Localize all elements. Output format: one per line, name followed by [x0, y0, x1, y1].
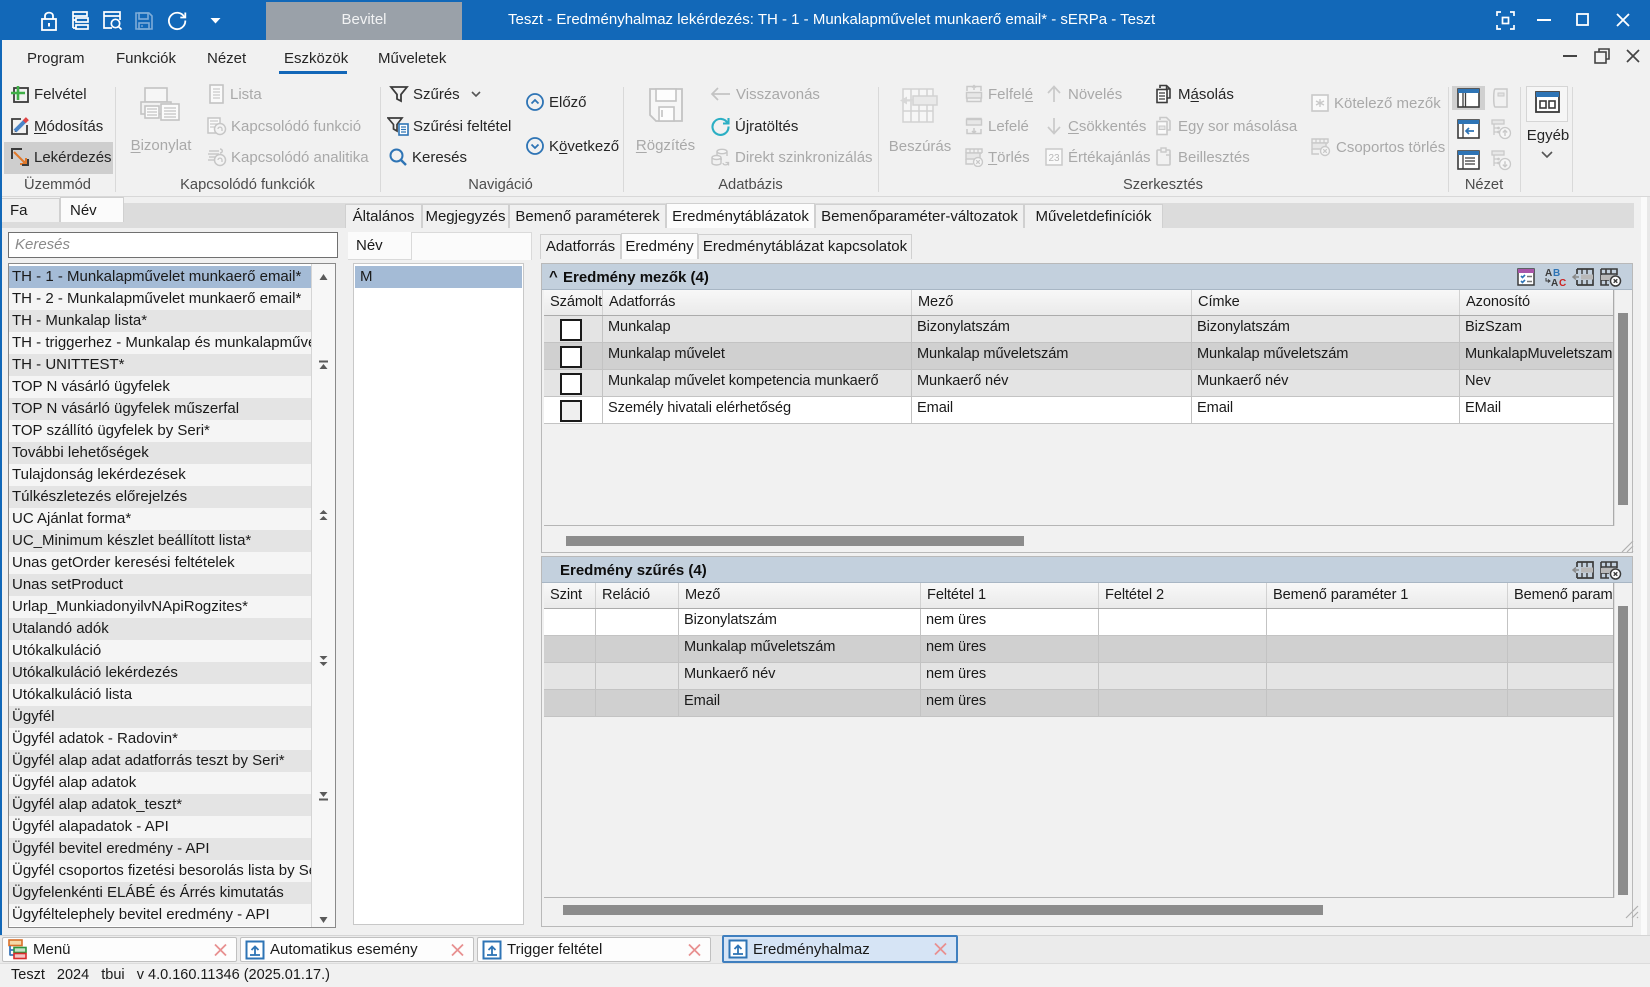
svg-text:23: 23: [1048, 153, 1060, 164]
svg-text:C: C: [1559, 278, 1566, 287]
svg-text:A: A: [1551, 278, 1558, 287]
